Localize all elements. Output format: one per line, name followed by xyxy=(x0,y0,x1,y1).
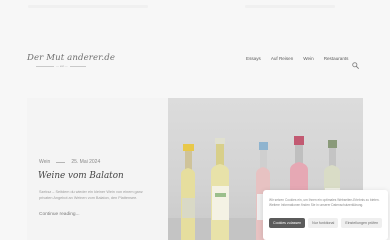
meta-divider xyxy=(56,161,66,163)
cookie-actions: Cookies zulassen Nur funktional Einstell… xyxy=(269,218,383,228)
read-more-link[interactable]: Continue reading... xyxy=(39,212,80,217)
cookie-consent-banner: Wir setzen Cookies ein, um Ihnen ein opt… xyxy=(263,190,388,240)
post-card xyxy=(27,98,168,240)
post-category[interactable]: Wein xyxy=(39,159,50,165)
post-title[interactable]: Weine vom Balaton xyxy=(38,171,124,181)
main-nav: Essays Auf Reisen Wein Restaurants xyxy=(246,56,348,61)
site-header: Der Mut anderer.de — est — Essays Auf Re… xyxy=(0,44,390,74)
top-strip xyxy=(0,0,390,14)
bottle-2 xyxy=(211,138,229,240)
top-strip-placeholder-left xyxy=(28,5,148,8)
nav-item-auf-reisen[interactable]: Auf Reisen xyxy=(271,56,293,61)
post-excerpt: Szeksz – Seitdem du wieder ein kleiner W… xyxy=(39,190,143,200)
cookie-text: Wir setzen Cookies ein, um Ihnen ein opt… xyxy=(269,198,380,207)
accept-cookies-button[interactable]: Cookies zulassen xyxy=(269,218,306,228)
bottle-1 xyxy=(181,144,195,240)
nav-item-restaurants[interactable]: Restaurants xyxy=(324,56,349,61)
search-icon[interactable] xyxy=(352,56,359,69)
nav-item-wein[interactable]: Wein xyxy=(303,56,313,61)
post-date: 25. Mai 2024 xyxy=(71,159,101,165)
logo-tagline: — est — xyxy=(54,63,70,68)
site-logo[interactable]: Der Mut anderer.de xyxy=(27,53,115,63)
nav-item-essays[interactable]: Essays xyxy=(246,56,261,61)
cookie-settings-button[interactable]: Einstellungen prüfen xyxy=(341,218,383,228)
post-meta: Wein 25. Mai 2024 xyxy=(39,159,100,165)
top-strip-placeholder-right xyxy=(245,5,335,8)
functional-only-button[interactable]: Nur funktional xyxy=(308,218,339,228)
